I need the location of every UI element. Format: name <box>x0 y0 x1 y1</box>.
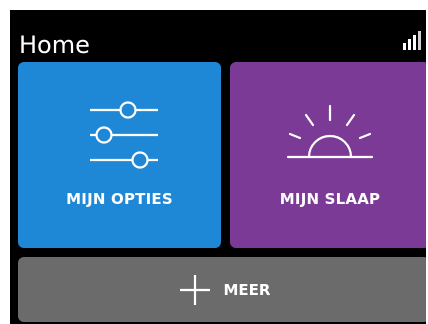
my-sleep-tile[interactable]: MIJN SLAAP <box>230 62 426 248</box>
sunrise-icon <box>286 104 374 159</box>
device-screen: Home MIJN OPTIES MIJN SLAAP MEER <box>10 10 426 324</box>
sliders-icon <box>90 101 158 169</box>
plus-icon <box>179 274 210 305</box>
page-title: Home <box>19 31 90 59</box>
more-button-content: MEER <box>18 257 426 322</box>
my-sleep-label: MIJN SLAAP <box>279 190 381 208</box>
more-label: MEER <box>223 280 271 299</box>
my-options-label: MIJN OPTIES <box>66 190 173 208</box>
more-button[interactable]: MEER <box>18 257 426 322</box>
my-options-tile[interactable]: MIJN OPTIES <box>18 62 221 248</box>
header: Home <box>10 10 426 60</box>
signal-strength-icon <box>403 31 421 50</box>
